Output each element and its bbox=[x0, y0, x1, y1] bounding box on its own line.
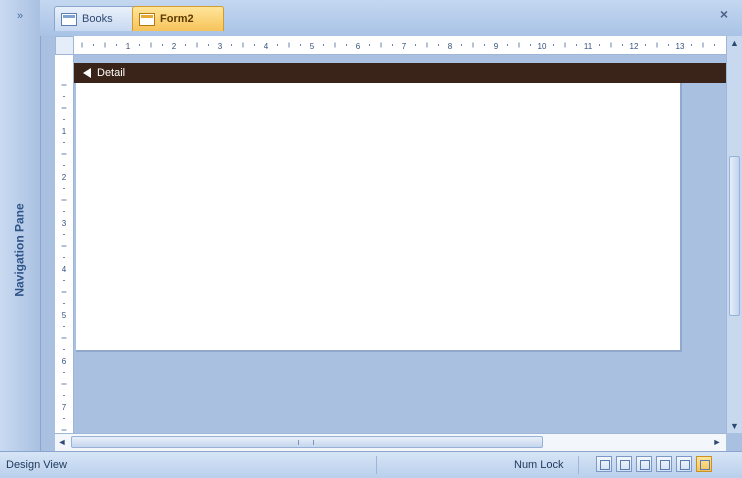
ruler-number: 5 bbox=[62, 311, 67, 320]
pivottable-view-icon[interactable] bbox=[636, 456, 652, 472]
close-icon[interactable]: × bbox=[716, 6, 732, 22]
ruler-number: 4 bbox=[264, 42, 269, 51]
status-view-mode: Design View bbox=[6, 459, 67, 471]
navigation-pane[interactable]: » Navigation Pane bbox=[0, 0, 41, 451]
design-view-icon[interactable] bbox=[696, 456, 712, 472]
horizontal-ruler[interactable]: 1 2 3 4 5 6 7 8 9 10 11 12 13 bbox=[74, 36, 726, 55]
detail-section-body[interactable] bbox=[76, 83, 682, 352]
ruler-number: 5 bbox=[310, 42, 315, 51]
pivotchart-view-icon[interactable] bbox=[656, 456, 672, 472]
form-view-icon[interactable] bbox=[596, 456, 612, 472]
vertical-ruler[interactable]: 1 2 3 4 5 6 7 bbox=[55, 55, 74, 433]
ruler-number: 9 bbox=[494, 42, 499, 51]
status-divider bbox=[578, 456, 579, 474]
ruler-number: 4 bbox=[62, 265, 67, 274]
ruler-number: 12 bbox=[630, 42, 639, 51]
detail-section-header[interactable]: Detail bbox=[74, 63, 726, 83]
section-selector-icon bbox=[83, 68, 91, 78]
document-tab-bar: Books Form2 × bbox=[40, 0, 742, 36]
status-numlock: Num Lock bbox=[514, 459, 564, 471]
view-switcher bbox=[596, 456, 712, 472]
ruler-number: 7 bbox=[402, 42, 407, 51]
ruler-number: 1 bbox=[62, 127, 67, 136]
layout-view-icon[interactable] bbox=[676, 456, 692, 472]
ruler-number: 3 bbox=[62, 219, 67, 228]
tab-books[interactable]: Books bbox=[54, 6, 138, 31]
ruler-number: 8 bbox=[448, 42, 453, 51]
tab-form2[interactable]: Form2 bbox=[132, 6, 224, 31]
ruler-number: 2 bbox=[62, 173, 67, 182]
tab-books-label: Books bbox=[82, 13, 113, 25]
ruler-number: 2 bbox=[172, 42, 177, 51]
ruler-number: 10 bbox=[538, 42, 547, 51]
detail-section-label: Detail bbox=[97, 67, 126, 79]
horizontal-scrollbar[interactable]: ◄ ► bbox=[55, 433, 726, 451]
ruler-number: 13 bbox=[676, 42, 685, 51]
nav-pane-title: Navigation Pane bbox=[13, 203, 28, 297]
nav-pane-expand-icon[interactable]: » bbox=[8, 6, 32, 26]
ruler-number: 1 bbox=[126, 42, 131, 51]
table-icon bbox=[61, 12, 77, 26]
status-bar: Design View Num Lock bbox=[0, 451, 742, 478]
ruler-number: 3 bbox=[218, 42, 223, 51]
vertical-scroll-thumb[interactable] bbox=[729, 156, 740, 316]
scroll-down-icon[interactable]: ▼ bbox=[727, 419, 742, 433]
form-selector[interactable] bbox=[55, 36, 74, 55]
ruler-number: 6 bbox=[62, 357, 67, 366]
scroll-left-icon[interactable]: ◄ bbox=[55, 434, 69, 451]
ruler-number: 7 bbox=[62, 403, 67, 412]
tab-form2-label: Form2 bbox=[160, 13, 194, 25]
ruler-number: 6 bbox=[356, 42, 361, 51]
vertical-scrollbar[interactable]: ▲ ▼ bbox=[726, 36, 742, 433]
ruler-number: 11 bbox=[584, 42, 593, 51]
scroll-up-icon[interactable]: ▲ bbox=[727, 36, 742, 50]
datasheet-view-icon[interactable] bbox=[616, 456, 632, 472]
status-divider bbox=[376, 456, 377, 474]
grip-icon bbox=[298, 440, 314, 445]
scroll-right-icon[interactable]: ► bbox=[710, 434, 724, 451]
form-icon bbox=[139, 12, 155, 26]
horizontal-scroll-thumb[interactable] bbox=[71, 436, 543, 448]
